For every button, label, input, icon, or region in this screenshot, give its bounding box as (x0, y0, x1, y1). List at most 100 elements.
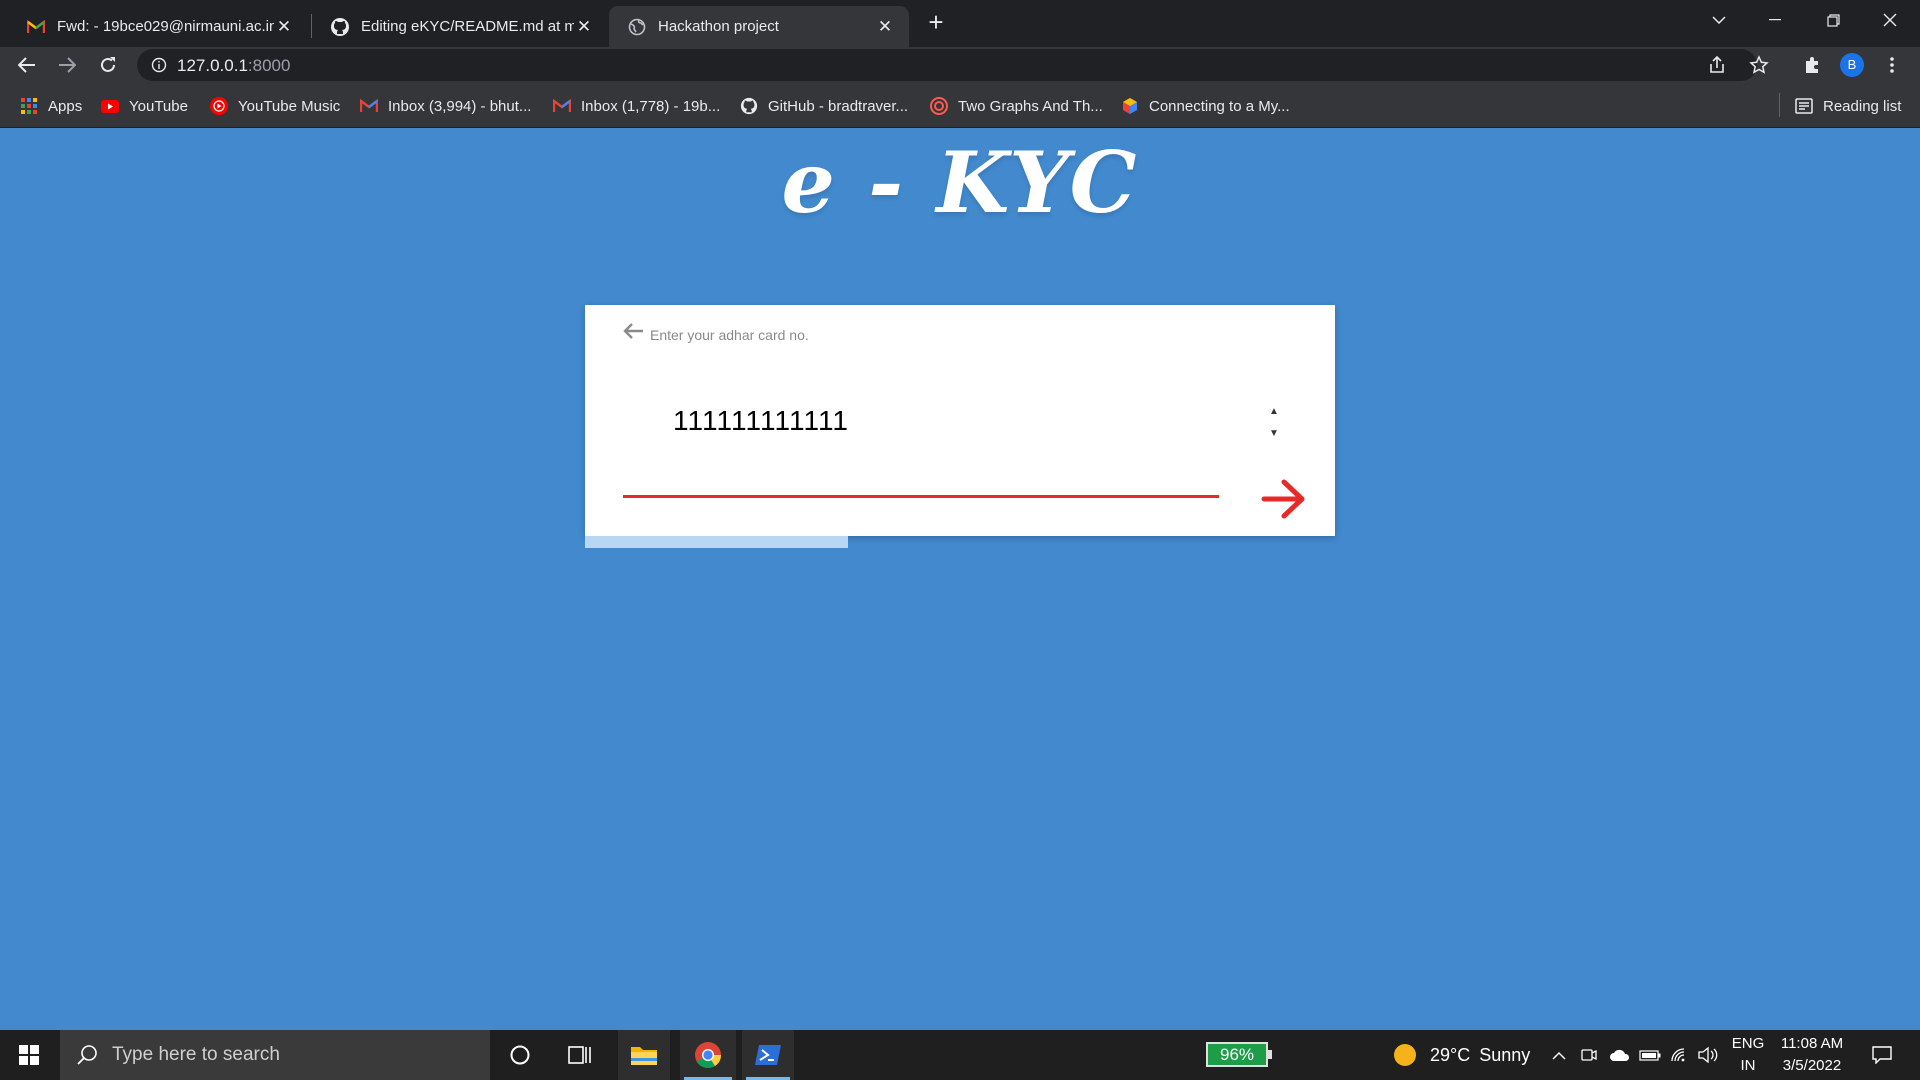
taskbar-clock[interactable]: 11:08 AM 3/5/2022 (1776, 1033, 1848, 1077)
volume-icon[interactable] (1696, 1030, 1720, 1080)
gmail-icon (553, 97, 571, 115)
youtube-music-icon (210, 97, 228, 115)
url-port: :8000 (247, 56, 291, 75)
tab-search-chevron-icon[interactable] (1691, 0, 1747, 40)
bookmark-two-graphs[interactable]: Two Graphs And Th... (930, 95, 1103, 117)
bookmark-label: YouTube (129, 97, 188, 115)
browser-tab-strip: Fwd: - 19bce029@nirmauni.ac.in ✕ Editing… (0, 0, 1920, 47)
language-code: ENG (1731, 1035, 1765, 1052)
bookmark-label: Apps (48, 97, 83, 115)
weather-temperature: 29°C (1430, 1044, 1471, 1065)
action-center-notification-icon[interactable] (1864, 1030, 1900, 1080)
spinner-up-icon[interactable]: ▲ (1269, 405, 1279, 419)
search-placeholder: Type here to search (112, 1044, 280, 1065)
url-text[interactable]: 127.0.0.1:8000 (177, 56, 290, 76)
tab-github-editing[interactable]: Editing eKYC/README.md at main ✕ (312, 6, 608, 47)
search-icon (77, 1045, 97, 1065)
powershell-icon[interactable] (742, 1030, 794, 1080)
aadhaar-entry-card: Enter your adhar card no. ▲ ▼ (585, 305, 1335, 536)
battery-percentage-badge[interactable]: 96% (1206, 1042, 1272, 1067)
input-language-indicator[interactable]: ENG IN (1728, 1033, 1768, 1077)
bookmark-connecting-mysql[interactable]: Connecting to a My... (1121, 95, 1290, 117)
input-underline (623, 495, 1219, 498)
bookmarks-divider (1779, 93, 1780, 117)
bookmark-label: Connecting to a My... (1149, 97, 1290, 115)
close-tab-icon[interactable]: ✕ (574, 17, 594, 37)
taskbar-search-box[interactable]: Type here to search (60, 1030, 490, 1080)
bookmark-label: Inbox (3,994) - bhut... (388, 97, 532, 115)
submit-arrow-button[interactable] (1260, 477, 1308, 521)
bookmark-label: YouTube Music (238, 97, 341, 115)
reading-list-label: Reading list (1823, 97, 1902, 115)
spinner-down-icon[interactable]: ▼ (1269, 427, 1279, 441)
form-progress-bar (585, 536, 1335, 548)
task-view-icon[interactable] (556, 1030, 604, 1080)
bookmark-label: Two Graphs And Th... (958, 97, 1103, 115)
extensions-puzzle-icon[interactable] (1797, 49, 1829, 81)
target-icon (930, 97, 948, 115)
file-explorer-icon[interactable] (618, 1030, 670, 1080)
gmail-icon (360, 97, 378, 115)
number-spinner[interactable]: ▲ ▼ (1265, 405, 1283, 441)
cube-icon (1121, 97, 1139, 115)
clock-time: 11:08 AM (1780, 1035, 1844, 1052)
wifi-icon[interactable] (1668, 1030, 1692, 1080)
reload-button[interactable] (92, 49, 124, 81)
restore-window-button[interactable] (1805, 0, 1861, 40)
chrome-menu-icon[interactable] (1876, 49, 1908, 81)
reading-list-button[interactable]: Reading list (1795, 95, 1901, 117)
meet-now-icon[interactable] (1578, 1030, 1600, 1080)
arrow-right-icon (1261, 479, 1305, 519)
github-icon (740, 97, 758, 115)
back-arrow-icon[interactable] (621, 319, 645, 343)
reading-list-icon (1795, 97, 1813, 115)
aadhaar-number-input[interactable] (673, 405, 1233, 437)
cortana-icon[interactable] (496, 1030, 544, 1080)
browser-toolbar: 127.0.0.1:8000 B (0, 47, 1920, 83)
windows-start-icon[interactable] (0, 1030, 58, 1080)
new-tab-button[interactable]: + (922, 8, 950, 36)
bookmark-youtube-music[interactable]: YouTube Music (210, 95, 340, 117)
battery-icon[interactable] (1638, 1030, 1662, 1080)
weather-widget[interactable]: 29°C Sunny (1394, 1030, 1530, 1080)
apps-grid-icon (20, 97, 38, 115)
onedrive-cloud-icon[interactable] (1608, 1030, 1632, 1080)
bookmarks-bar: Apps YouTube YouTube Music Inbox (3,994)… (0, 83, 1920, 128)
minimize-window-button[interactable] (1747, 0, 1803, 40)
forward-button[interactable] (51, 49, 83, 81)
clock-date: 3/5/2022 (1782, 1057, 1842, 1074)
bookmark-label: Inbox (1,778) - 19b... (581, 97, 721, 115)
bookmark-apps[interactable]: Apps (20, 95, 82, 117)
tab-gmail-fwd[interactable]: Fwd: - 19bce029@nirmauni.ac.in ✕ (8, 6, 308, 47)
chrome-taskbar-icon[interactable] (680, 1030, 736, 1080)
site-info-icon[interactable] (149, 55, 169, 75)
back-button[interactable] (11, 49, 43, 81)
url-host: 127.0.0.1 (177, 56, 248, 75)
close-tab-icon[interactable]: ✕ (875, 17, 895, 37)
form-progress-fill (585, 536, 848, 548)
aadhaar-prompt-label: Enter your adhar card no. (650, 327, 809, 343)
youtube-icon (101, 97, 119, 115)
globe-icon (627, 17, 647, 37)
bookmark-inbox-19b[interactable]: Inbox (1,778) - 19b... (553, 95, 720, 117)
tab-title: Fwd: - 19bce029@nirmauni.ac.in (57, 18, 274, 35)
gmail-icon (26, 17, 46, 37)
bookmark-github[interactable]: GitHub - bradtraver... (740, 95, 908, 117)
bookmark-youtube[interactable]: YouTube (101, 95, 188, 117)
tab-hackathon-project[interactable]: Hackathon project ✕ (609, 6, 909, 47)
address-bar[interactable]: 127.0.0.1:8000 (137, 49, 1769, 81)
profile-avatar[interactable]: B (1840, 53, 1864, 77)
close-tab-icon[interactable]: ✕ (274, 17, 294, 37)
github-icon (330, 17, 350, 37)
tab-title: Hackathon project (658, 18, 779, 35)
tab-title: Editing eKYC/README.md at main (361, 18, 574, 35)
bookmark-star-icon[interactable] (1749, 55, 1769, 80)
show-hidden-icons-chevron[interactable] (1548, 1030, 1570, 1080)
share-icon[interactable] (1707, 55, 1727, 80)
region-code: IN (1740, 1057, 1756, 1074)
windows-taskbar: Type here to search 96% 29°C Sunny ENG I… (0, 1030, 1920, 1080)
close-window-button[interactable] (1862, 0, 1918, 40)
sun-icon (1394, 1044, 1416, 1066)
weather-description: Sunny (1479, 1044, 1531, 1065)
bookmark-inbox-bhut[interactable]: Inbox (3,994) - bhut... (360, 95, 531, 117)
